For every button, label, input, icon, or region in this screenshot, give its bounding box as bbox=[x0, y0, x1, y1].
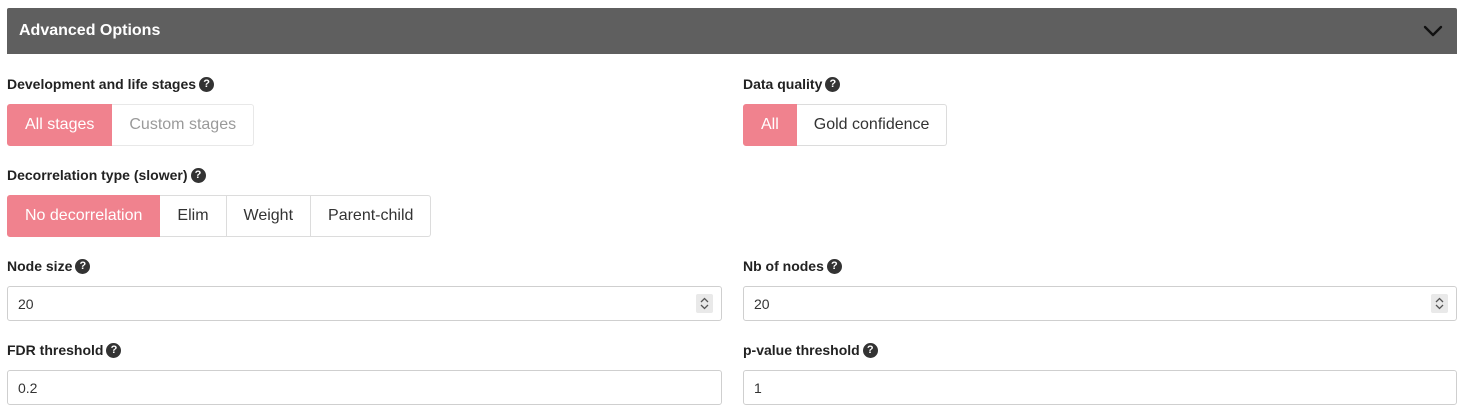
fdr-label: FDR threshold bbox=[7, 342, 104, 358]
data-quality-toggle: All Gold confidence bbox=[743, 104, 948, 146]
dev-stages-label: Development and life stages bbox=[7, 76, 197, 92]
pvalue-label: p-value threshold bbox=[743, 342, 860, 358]
fdr-field: FDR threshold ? bbox=[7, 341, 722, 405]
node-size-label: Node size bbox=[7, 258, 73, 274]
pvalue-input[interactable] bbox=[754, 379, 1354, 396]
decorrelation-toggle: No decorrelation Elim Weight Parent-chil… bbox=[7, 195, 432, 237]
all-quality-button[interactable]: All bbox=[743, 104, 797, 146]
updown-spinner-icon[interactable] bbox=[1431, 294, 1448, 313]
nb-nodes-input-box bbox=[743, 286, 1457, 321]
dev-stages-field: Development and life stages ? All stages… bbox=[7, 75, 255, 146]
help-icon[interactable]: ? bbox=[199, 76, 215, 92]
no-decorrelation-button[interactable]: No decorrelation bbox=[7, 195, 161, 237]
decorrelation-field: Decorrelation type (slower) ? No decorre… bbox=[7, 166, 432, 237]
all-stages-button[interactable]: All stages bbox=[7, 104, 113, 146]
fdr-input[interactable] bbox=[18, 379, 618, 396]
custom-stages-button[interactable]: Custom stages bbox=[112, 104, 255, 146]
fdr-input-box bbox=[7, 370, 722, 405]
data-quality-field: Data quality ? All Gold confidence bbox=[743, 75, 948, 146]
decorrelation-label: Decorrelation type (slower) bbox=[7, 167, 188, 183]
chevron-down-icon[interactable] bbox=[1421, 19, 1445, 43]
advanced-options-header[interactable]: Advanced Options bbox=[7, 8, 1457, 54]
help-icon[interactable]: ? bbox=[75, 258, 91, 274]
help-icon[interactable]: ? bbox=[190, 167, 206, 183]
pvalue-input-box bbox=[743, 370, 1457, 405]
node-size-input[interactable] bbox=[18, 295, 618, 312]
nb-nodes-field: Nb of nodes ? bbox=[743, 257, 1457, 321]
elim-button[interactable]: Elim bbox=[160, 195, 227, 237]
panel-title: Advanced Options bbox=[19, 22, 161, 39]
weight-button[interactable]: Weight bbox=[226, 195, 312, 237]
data-quality-label: Data quality bbox=[743, 76, 823, 92]
dev-stages-toggle: All stages Custom stages bbox=[7, 104, 255, 146]
node-size-input-box bbox=[7, 286, 722, 321]
help-icon[interactable]: ? bbox=[826, 258, 842, 274]
help-icon[interactable]: ? bbox=[862, 342, 878, 358]
help-icon[interactable]: ? bbox=[106, 342, 122, 358]
pvalue-field: p-value threshold ? bbox=[743, 341, 1457, 405]
nb-nodes-input[interactable] bbox=[754, 295, 1354, 312]
node-size-field: Node size ? bbox=[7, 257, 722, 321]
help-icon[interactable]: ? bbox=[825, 76, 841, 92]
parent-child-button[interactable]: Parent-child bbox=[311, 195, 432, 237]
updown-spinner-icon[interactable] bbox=[696, 294, 713, 313]
gold-confidence-button[interactable]: Gold confidence bbox=[796, 104, 948, 146]
nb-nodes-label: Nb of nodes bbox=[743, 258, 824, 274]
